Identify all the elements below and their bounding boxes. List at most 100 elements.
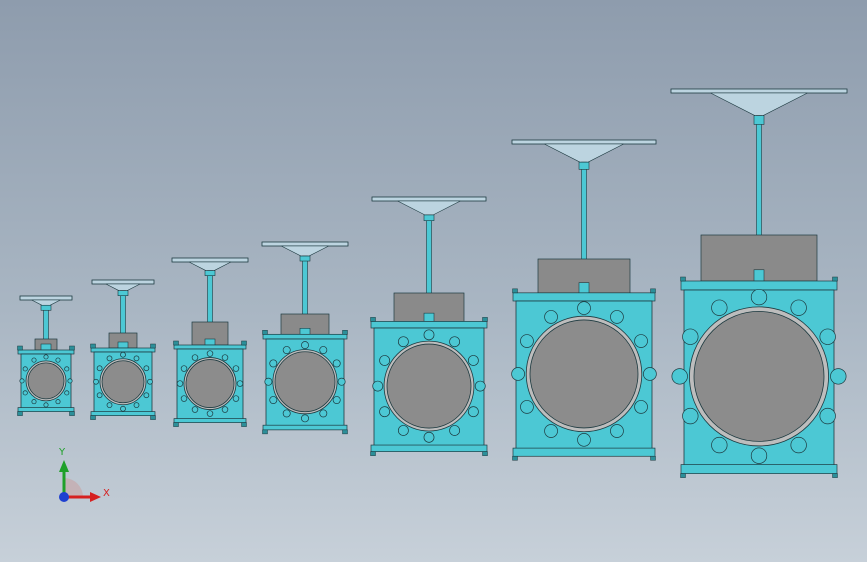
handwheel-spokes: [710, 92, 808, 116]
bolt-hole: [830, 368, 847, 385]
valve-5[interactable]: [370, 196, 488, 456]
valve-4[interactable]: [261, 241, 349, 435]
bolt-hole: [682, 407, 699, 425]
corner-bolt: [262, 330, 268, 335]
bolt-hole: [64, 390, 70, 396]
bolt-hole: [269, 359, 278, 368]
top-flange: [512, 292, 656, 302]
corner-bolt: [90, 415, 96, 420]
corner-bolt: [512, 456, 518, 461]
bolt-hole: [191, 354, 199, 361]
corner-bolt: [90, 343, 96, 349]
bolt-hole: [176, 380, 184, 387]
bolt-hole: [511, 367, 525, 381]
corner-bolt: [370, 317, 376, 322]
bolt-hole: [634, 334, 648, 348]
bore: [185, 359, 235, 408]
bolt-hole: [544, 424, 558, 438]
bolt-hole: [282, 346, 291, 354]
bolt-hole: [750, 447, 768, 464]
bolt-hole: [301, 414, 309, 423]
corner-bolt: [650, 288, 656, 294]
bottom-flange: [370, 444, 488, 452]
corner-bolt: [650, 456, 656, 461]
bolt-hole: [319, 409, 328, 418]
bolt-hole: [643, 367, 657, 381]
corner-bolt: [342, 330, 348, 335]
valve-series: [17, 88, 848, 478]
bolt-hole: [206, 410, 214, 417]
handwheel-rim[interactable]: [371, 196, 487, 202]
bolt-hole: [379, 355, 391, 366]
bolt-hole: [96, 365, 103, 372]
bolt-hole: [120, 405, 126, 412]
valve-3[interactable]: [171, 257, 249, 427]
bolt-hole: [64, 366, 70, 372]
corner-bolt: [482, 317, 488, 322]
handwheel-spokes: [281, 245, 329, 257]
bolt-hole: [449, 336, 461, 348]
bolt-hole: [55, 357, 61, 363]
handwheel-spokes: [188, 261, 232, 271]
gland: [299, 328, 311, 335]
bolt-hole: [319, 346, 328, 354]
bolt-hole: [671, 368, 688, 385]
bottom-flange: [680, 464, 838, 474]
bolt-hole: [610, 310, 624, 324]
valve-6[interactable]: [511, 139, 657, 461]
bolt-hole: [22, 390, 28, 396]
handwheel-rim[interactable]: [670, 88, 848, 94]
handwheel-rim[interactable]: [171, 257, 249, 263]
corner-bolt: [150, 415, 156, 420]
stem-nut: [578, 161, 590, 170]
valve-1[interactable]: [17, 295, 75, 416]
bore: [386, 343, 472, 429]
bottom-flange: [512, 447, 656, 457]
corner-bolt: [241, 422, 247, 427]
stem-nut: [204, 270, 216, 276]
bolt-hole: [790, 436, 807, 454]
bottom-flange: [90, 411, 156, 416]
bolt-hole: [577, 433, 591, 447]
bolt-hole: [332, 396, 341, 404]
bottom-flange: [17, 407, 75, 412]
cad-viewport[interactable]: Y X: [0, 0, 867, 562]
corner-bolt: [69, 411, 75, 416]
z-axis-dot: [59, 492, 69, 502]
bolt-hole: [819, 328, 836, 345]
valve-2[interactable]: [90, 279, 156, 420]
handwheel-spokes: [397, 200, 461, 216]
bolt-hole: [22, 366, 28, 372]
handwheel-rim[interactable]: [91, 279, 155, 285]
corner-bolt: [680, 276, 686, 282]
bolt-hole: [474, 380, 486, 392]
bolt-hole: [221, 406, 229, 413]
bore: [27, 362, 65, 400]
bolt-hole: [337, 377, 346, 386]
bottom-flange: [262, 424, 348, 431]
bolt-hole: [790, 299, 807, 316]
valve-7[interactable]: [670, 88, 848, 478]
corner-bolt: [370, 451, 376, 456]
corner-bolt: [342, 429, 348, 435]
bolt-hole: [577, 301, 591, 315]
bolt-hole: [221, 354, 229, 361]
bolt-hole: [106, 355, 113, 362]
bolt-hole: [397, 336, 409, 348]
bolt-hole: [43, 402, 49, 408]
corner-bolt: [680, 473, 686, 478]
bolt-hole: [467, 406, 479, 418]
corner-bolt: [17, 345, 23, 351]
bolt-hole: [711, 436, 728, 454]
bolt-hole: [711, 299, 728, 316]
bolt-hole: [520, 334, 534, 348]
handwheel-rim[interactable]: [261, 241, 349, 247]
handwheel-rim[interactable]: [19, 295, 73, 301]
handwheel-rim[interactable]: [511, 139, 657, 145]
gland: [753, 269, 765, 282]
bolt-hole: [147, 378, 153, 385]
bolt-hole: [449, 425, 461, 436]
bolt-hole: [96, 392, 103, 399]
bolt-hole: [682, 328, 699, 345]
corner-bolt: [482, 451, 488, 456]
